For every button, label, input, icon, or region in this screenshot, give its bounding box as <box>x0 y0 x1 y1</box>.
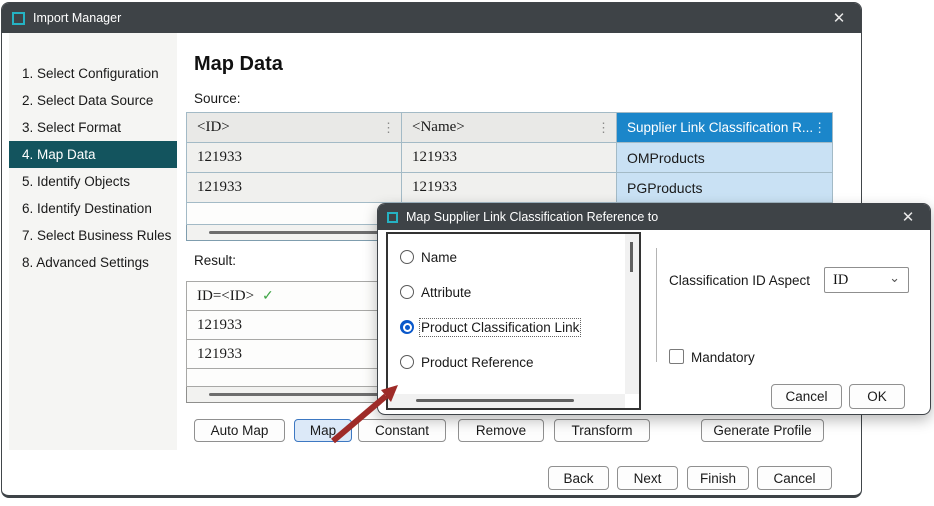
source-row: 121933 121933 OMProducts <box>187 143 833 173</box>
back-button[interactable]: Back <box>548 466 609 490</box>
radio-option-attribute[interactable]: Attribute <box>400 281 471 303</box>
next-button[interactable]: Next <box>617 466 678 490</box>
column-menu-icon[interactable]: ⋮ <box>382 120 395 136</box>
chevron-down-icon: ⌄ <box>889 270 900 286</box>
radio-indicator-selected[interactable] <box>400 320 414 334</box>
listbox-v-scrollbar-thumb[interactable] <box>630 242 633 272</box>
listbox-v-scrollbar[interactable] <box>625 234 639 394</box>
sidebar-item-select-configuration[interactable]: 1. Select Configuration <box>9 60 177 87</box>
result-label: Result: <box>194 253 236 268</box>
column-menu-icon[interactable]: ⋮ <box>813 120 826 136</box>
source-header-row: <ID>⋮ <Name>⋮ Supplier Link Classificati… <box>187 113 833 143</box>
aspect-dropdown-value: ID <box>833 272 848 289</box>
mandatory-label: Mandatory <box>691 350 755 365</box>
source-cell[interactable]: 121933 <box>187 143 402 173</box>
dialog-ok-button[interactable]: OK <box>849 384 905 409</box>
check-icon: ✓ <box>262 287 274 303</box>
column-header-id[interactable]: <ID>⋮ <box>187 113 402 143</box>
radio-option-product-reference[interactable]: Product Reference <box>400 351 534 373</box>
source-cell-selected[interactable]: OMProducts <box>617 143 833 173</box>
aspect-dropdown[interactable]: ID ⌄ <box>824 267 909 293</box>
radio-option-name[interactable]: Name <box>400 246 457 268</box>
radio-indicator[interactable] <box>400 285 414 299</box>
map-button[interactable]: Map <box>294 419 352 442</box>
window-titlebar[interactable]: Import Manager ✕ <box>2 3 861 33</box>
cancel-button[interactable]: Cancel <box>757 466 832 490</box>
mapping-options-listbox: Name Attribute Product Classification Li… <box>386 232 641 410</box>
sidebar-item-advanced-settings[interactable]: 8. Advanced Settings <box>9 249 177 276</box>
sidebar-item-identify-objects[interactable]: 5. Identify Objects <box>9 168 177 195</box>
constant-button[interactable]: Constant <box>358 419 446 442</box>
dialog-divider <box>656 248 657 362</box>
generate-profile-button[interactable]: Generate Profile <box>701 419 824 442</box>
map-reference-dialog: Map Supplier Link Classification Referen… <box>377 203 931 415</box>
radio-indicator[interactable] <box>400 355 414 369</box>
dialog-icon <box>387 212 398 223</box>
finish-button[interactable]: Finish <box>687 466 749 490</box>
column-header-supplier-link-classification[interactable]: Supplier Link Classification R...⋮ <box>617 113 833 143</box>
source-cell-selected[interactable]: PGProducts <box>617 173 833 203</box>
remove-button[interactable]: Remove <box>458 419 544 442</box>
source-cell[interactable]: 121933 <box>187 173 402 203</box>
dialog-title: Map Supplier Link Classification Referen… <box>406 210 658 224</box>
page-title: Map Data <box>194 53 283 76</box>
window-title: Import Manager <box>33 11 121 25</box>
mandatory-checkbox[interactable] <box>669 349 684 364</box>
listbox-h-scrollbar-thumb[interactable] <box>416 399 574 402</box>
auto-map-button[interactable]: Auto Map <box>194 419 285 442</box>
source-label: Source: <box>194 91 241 106</box>
sidebar-item-identify-destination[interactable]: 6. Identify Destination <box>9 195 177 222</box>
close-icon: ✕ <box>833 9 846 27</box>
listbox-h-scrollbar[interactable] <box>388 394 625 408</box>
wizard-sidebar: 1. Select Configuration 2. Select Data S… <box>9 33 177 450</box>
app-icon <box>12 12 25 25</box>
source-row: 121933 121933 PGProducts <box>187 173 833 203</box>
sidebar-item-select-data-source[interactable]: 2. Select Data Source <box>9 87 177 114</box>
dialog-titlebar[interactable]: Map Supplier Link Classification Referen… <box>378 204 930 230</box>
transform-button[interactable]: Transform <box>554 419 650 442</box>
radio-option-product-classification-link[interactable]: Product Classification Link <box>400 316 579 338</box>
radio-indicator[interactable] <box>400 250 414 264</box>
sidebar-item-map-data[interactable]: 4. Map Data <box>9 141 177 168</box>
source-cell[interactable]: 121933 <box>402 173 617 203</box>
sidebar-item-select-business-rules[interactable]: 7. Select Business Rules <box>9 222 177 249</box>
source-cell[interactable]: 121933 <box>402 143 617 173</box>
dialog-cancel-button[interactable]: Cancel <box>771 384 842 409</box>
column-menu-icon[interactable]: ⋮ <box>597 120 610 136</box>
column-header-name[interactable]: <Name>⋮ <box>402 113 617 143</box>
dialog-close-button[interactable]: ✕ <box>888 204 928 230</box>
classification-aspect-label: Classification ID Aspect <box>669 273 810 288</box>
window-close-button[interactable]: ✕ <box>819 3 859 33</box>
close-icon: ✕ <box>902 208 915 226</box>
sidebar-item-select-format[interactable]: 3. Select Format <box>9 114 177 141</box>
